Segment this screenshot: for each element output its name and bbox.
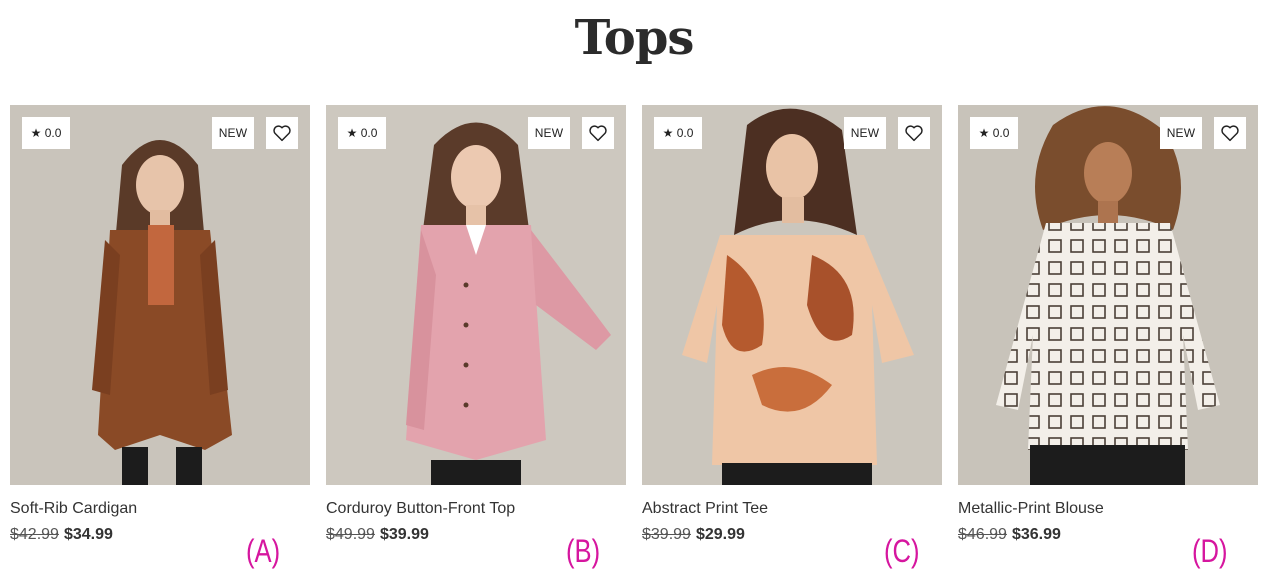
product-grid: ★ 0.0 NEW Soft-Rib Cardigan $42.99 $34.99… <box>10 105 1258 575</box>
new-badge: NEW <box>1160 117 1202 149</box>
option-label: (B) <box>566 533 601 569</box>
product-image[interactable] <box>642 105 942 485</box>
product-card[interactable]: ★ 0.0 NEW Metallic-Print Blouse $46.99 $3… <box>958 105 1258 575</box>
price-row: $46.99 $36.99 <box>958 525 1061 545</box>
new-badge: NEW <box>528 117 570 149</box>
wishlist-button[interactable] <box>266 117 298 149</box>
original-price: $39.99 <box>642 526 691 543</box>
rating-badge: ★ 0.0 <box>338 117 386 149</box>
option-label: (D) <box>1192 533 1228 569</box>
sale-price: $39.99 <box>379 526 429 543</box>
original-price: $49.99 <box>326 526 375 543</box>
sale-price: $34.99 <box>63 526 113 543</box>
sale-price: $29.99 <box>695 526 745 543</box>
product-name[interactable]: Soft-Rib Cardigan <box>10 499 310 519</box>
price-row: $39.99 $29.99 <box>642 525 745 545</box>
product-image[interactable] <box>10 105 310 485</box>
product-image[interactable] <box>958 105 1258 485</box>
product-name[interactable]: Metallic-Print Blouse <box>958 499 1258 519</box>
product-name[interactable]: Corduroy Button-Front Top <box>326 499 626 519</box>
wishlist-button[interactable] <box>582 117 614 149</box>
heart-outline-icon <box>1221 125 1239 142</box>
option-label: (A) <box>246 533 281 569</box>
price-row: $42.99 $34.99 <box>10 525 113 545</box>
heart-outline-icon <box>905 125 923 142</box>
sale-price: $36.99 <box>1011 526 1061 543</box>
product-card[interactable]: ★ 0.0 NEW Corduroy Button-Front Top $49.… <box>326 105 626 575</box>
rating-badge: ★ 0.0 <box>654 117 702 149</box>
original-price: $42.99 <box>10 526 59 543</box>
product-card[interactable]: ★ 0.0 NEW Abstract Print Tee $39.99 $29.9… <box>642 105 942 575</box>
new-badge: NEW <box>212 117 254 149</box>
page-title: Tops <box>574 10 695 66</box>
original-price: $46.99 <box>958 526 1007 543</box>
product-image[interactable] <box>326 105 626 485</box>
wishlist-button[interactable] <box>1214 117 1246 149</box>
wishlist-button[interactable] <box>898 117 930 149</box>
price-row: $49.99 $39.99 <box>326 525 429 545</box>
new-badge: NEW <box>844 117 886 149</box>
heart-outline-icon <box>589 125 607 142</box>
heart-outline-icon <box>273 125 291 142</box>
rating-badge: ★ 0.0 <box>22 117 70 149</box>
product-name[interactable]: Abstract Print Tee <box>642 499 942 519</box>
rating-badge: ★ 0.0 <box>970 117 1018 149</box>
product-card[interactable]: ★ 0.0 NEW Soft-Rib Cardigan $42.99 $34.99… <box>10 105 310 575</box>
option-label: (C) <box>884 533 920 569</box>
